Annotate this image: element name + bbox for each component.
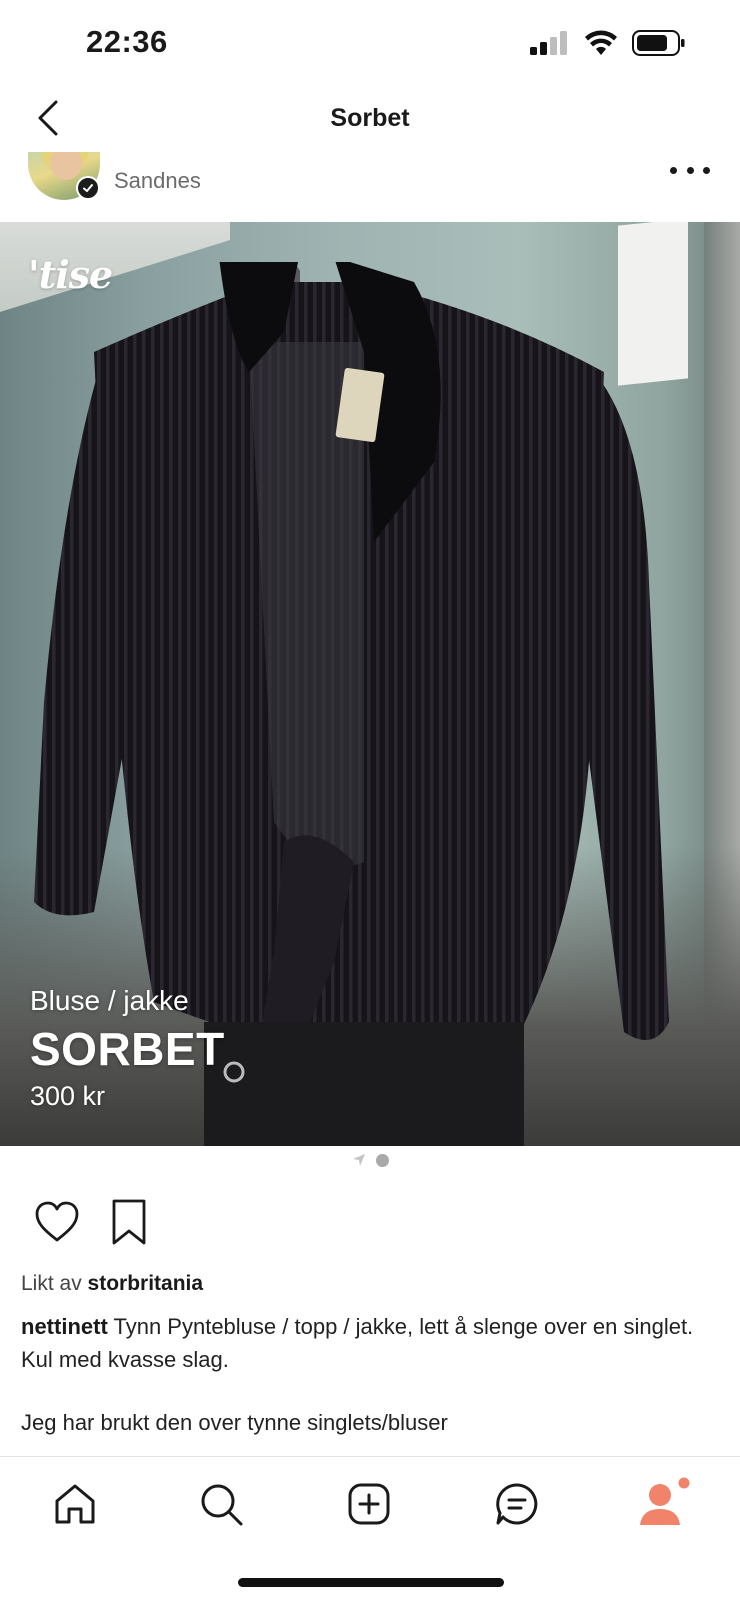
dot-icon (703, 166, 710, 174)
search-icon (201, 1484, 243, 1526)
product-image[interactable]: 'tise Bluse / jakke SORBET 300 kr (0, 222, 740, 1146)
wifi-icon (585, 30, 617, 55)
liked-by-user[interactable]: storbritania (88, 1272, 204, 1295)
heart-icon (35, 1201, 79, 1242)
status-bar: 22:36 (0, 0, 740, 88)
pager-dot-active[interactable] (375, 1153, 389, 1167)
tab-profile[interactable] (638, 1477, 692, 1531)
more-options-button[interactable] (670, 158, 710, 182)
verified-badge-icon (76, 176, 100, 200)
product-overlay: Bluse / jakke SORBET 300 kr (30, 985, 225, 1112)
post-actions (0, 1196, 740, 1250)
home-icon (55, 1484, 95, 1524)
image-pager (0, 1150, 740, 1170)
bookmark-icon (112, 1199, 146, 1245)
nav-header: Sorbet (0, 88, 740, 152)
dot-icon (670, 166, 677, 174)
page-title: Sorbet (330, 104, 410, 132)
likes-prefix: Likt av (21, 1272, 82, 1295)
like-button[interactable] (34, 1200, 80, 1244)
product-category: Bluse / jakke (30, 985, 189, 1016)
caption-username[interactable]: nettinett (21, 1314, 108, 1339)
save-button[interactable] (110, 1198, 148, 1246)
location-arrow-icon (352, 1154, 365, 1166)
tab-messages[interactable] (490, 1477, 544, 1531)
caption-text-2: Jeg har brukt den over tynne singlets/bl… (21, 1410, 448, 1435)
signal-icon (530, 31, 567, 55)
product-price: 300 kr (30, 1081, 106, 1111)
chat-icon (496, 1483, 538, 1525)
tab-add[interactable] (342, 1477, 396, 1531)
post-caption: nettinett Tynn Pyntebluse / topp / jakke… (21, 1310, 711, 1376)
add-icon (348, 1483, 390, 1525)
product-brand: SORBET (30, 1023, 225, 1075)
battery-icon (632, 30, 685, 56)
status-icons (530, 30, 686, 56)
seller-location[interactable]: Sandnes (114, 168, 201, 194)
status-time: 22:36 (86, 24, 168, 59)
caption-text: Tynn Pyntebluse / topp / jakke, lett å s… (21, 1314, 694, 1372)
home-indicator[interactable] (238, 1578, 504, 1587)
tab-search[interactable] (194, 1477, 248, 1531)
tise-logo: 'tise (28, 252, 113, 297)
profile-icon (640, 1477, 690, 1525)
tab-home[interactable] (48, 1477, 102, 1531)
liked-by-text: Likt av storbritania (21, 1272, 203, 1296)
dot-icon (686, 166, 694, 174)
seller-row: Sandnes (0, 152, 740, 222)
